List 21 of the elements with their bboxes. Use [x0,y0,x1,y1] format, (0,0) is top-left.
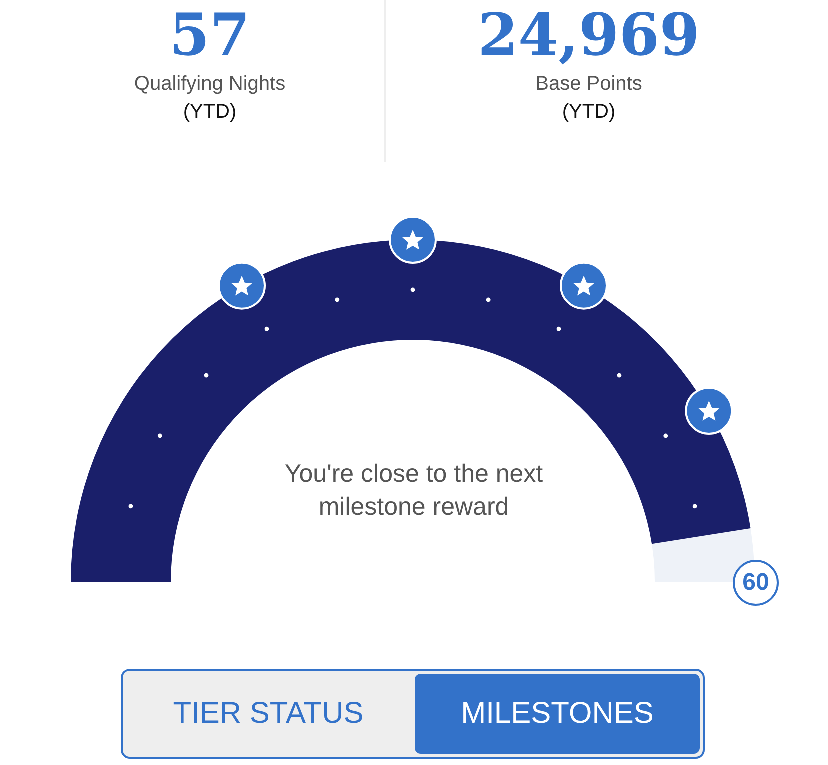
segment-tab[interactable]: TIER STATUS [126,674,411,754]
tick-dot [204,373,209,378]
tick-dot [556,326,562,332]
tick-dot [335,298,340,302]
stat-value: 57 [170,0,250,70]
tick-dot [486,298,491,302]
stat-period: (YTD) [183,100,237,125]
stat-period: (YTD) [562,100,616,125]
tick-dot [617,373,622,378]
tick-dot [664,434,668,438]
segment-tab[interactable]: MILESTONES [415,674,700,754]
stat-label: Qualifying Nights [134,72,286,97]
stat-label: Base Points [536,72,642,97]
tick-dot [410,288,416,292]
tick-dot [128,504,134,509]
tick-dot [264,326,270,332]
stat-value: 24,969 [478,0,700,70]
tick-dot [692,504,698,509]
tick-dot [158,434,162,438]
gauge-message: You're close to the next milestone reward [284,459,544,523]
goal-badge: 60 [733,560,779,606]
